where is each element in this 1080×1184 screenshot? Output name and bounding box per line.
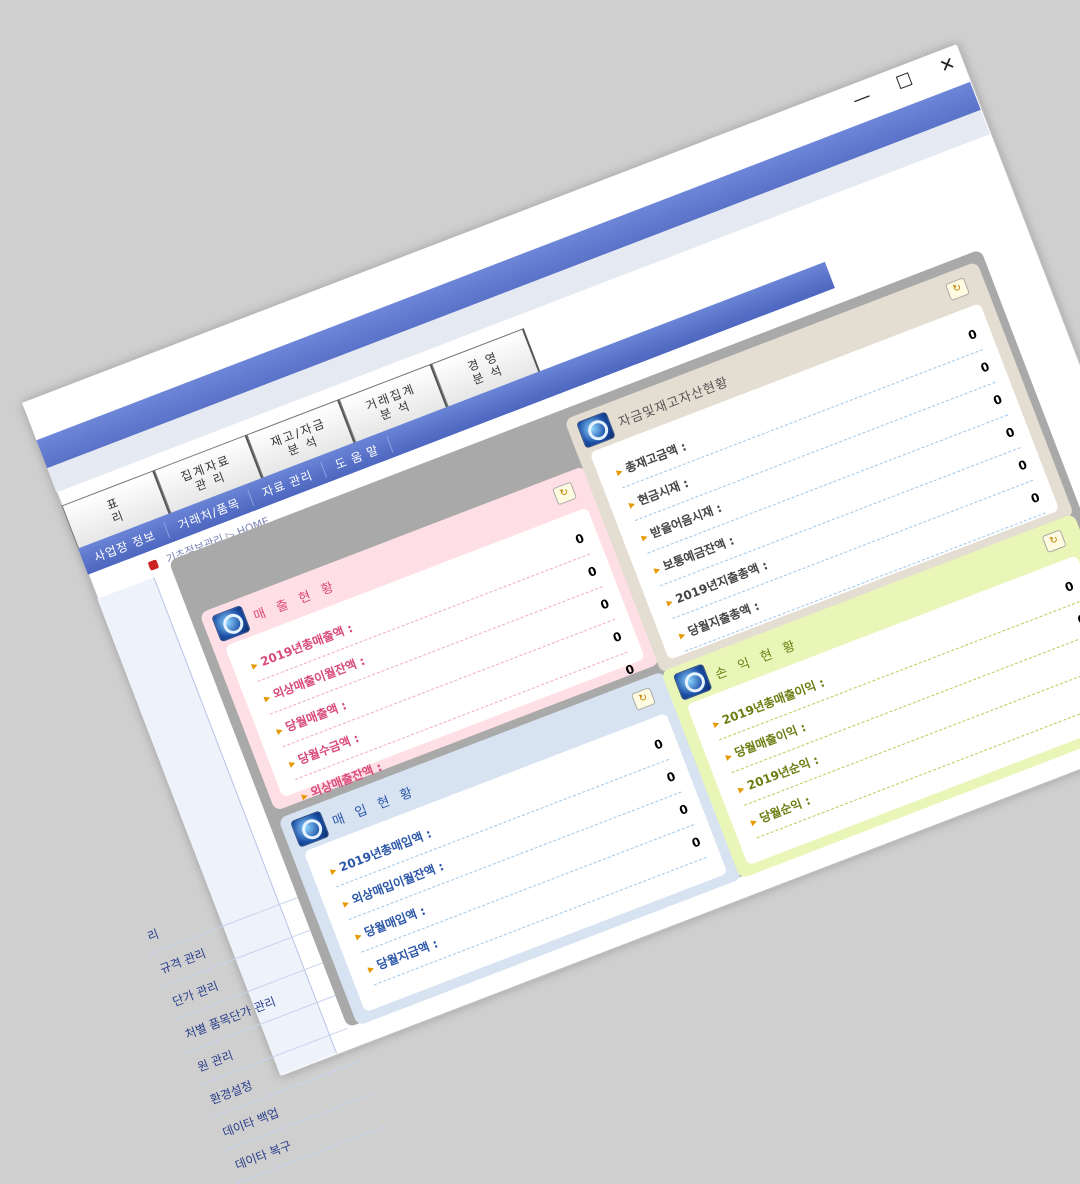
- row-value: 0: [1028, 490, 1042, 507]
- row-value: 0: [966, 326, 980, 343]
- row-value: 0: [978, 359, 992, 376]
- row-value: 0: [598, 596, 612, 613]
- row-value: 0: [1003, 424, 1017, 441]
- app-window: — ☐ ✕ 표 리 집계자료 관 리 재고/자금 분 석 거래집계 분 석 경 …: [22, 43, 1080, 1184]
- close-button[interactable]: ✕: [935, 52, 959, 78]
- refresh-icon[interactable]: ↻: [1041, 529, 1067, 554]
- row-value: 0: [677, 801, 691, 818]
- refresh-icon[interactable]: ↻: [944, 277, 971, 302]
- minimize-button[interactable]: —: [850, 85, 874, 111]
- row-value: 0: [573, 531, 587, 548]
- row-value: 0: [610, 629, 624, 646]
- app-logo-icon: [289, 810, 330, 848]
- row-value: 0: [585, 563, 599, 580]
- maximize-button[interactable]: ☐: [892, 69, 916, 95]
- row-value: 0: [652, 736, 666, 753]
- row-value: 0: [664, 769, 678, 786]
- breadcrumb-bullet-icon: [147, 559, 160, 571]
- row-value: 0: [1062, 578, 1076, 595]
- refresh-icon[interactable]: ↻: [630, 686, 656, 711]
- app-logo-icon: [575, 411, 616, 449]
- row-value: 0: [1016, 457, 1030, 474]
- refresh-icon[interactable]: ↻: [552, 481, 578, 506]
- app-logo-icon: [211, 604, 252, 643]
- app-logo-icon: [672, 663, 713, 701]
- row-value: 0: [623, 661, 637, 678]
- row-value: 0: [1075, 611, 1080, 628]
- row-value: 0: [991, 392, 1005, 409]
- row-value: 0: [689, 834, 703, 851]
